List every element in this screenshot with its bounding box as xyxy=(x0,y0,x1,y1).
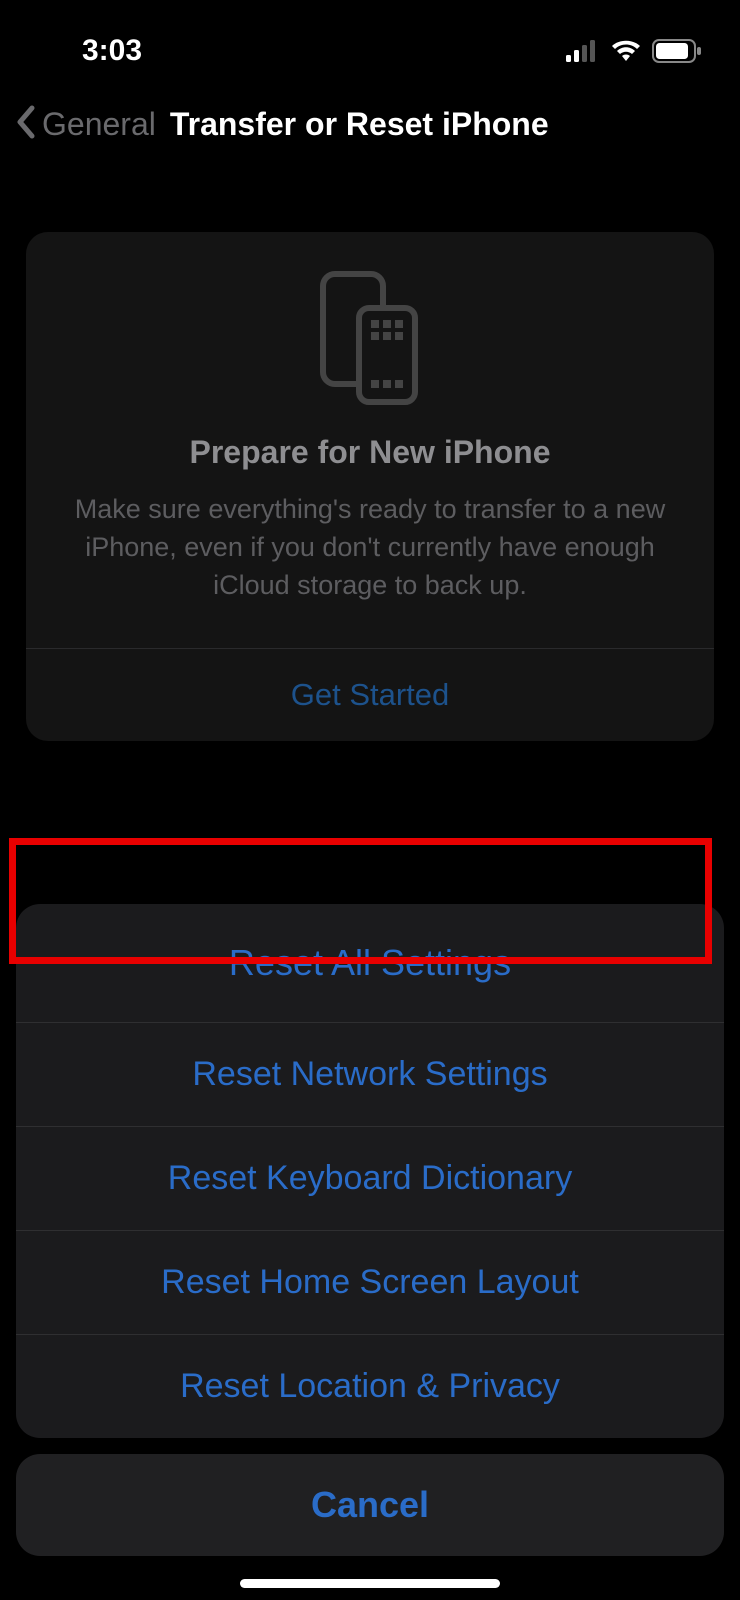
prepare-card: Prepare for New iPhone Make sure everyth… xyxy=(26,232,714,741)
back-chevron-icon[interactable] xyxy=(14,104,36,145)
page-title: Transfer or Reset iPhone xyxy=(170,106,549,143)
navigation-bar: General Transfer or Reset iPhone xyxy=(0,88,740,160)
action-sheet: Reset All Settings Reset Network Setting… xyxy=(16,904,724,1556)
status-indicators xyxy=(566,39,702,63)
content-area: Prepare for New iPhone Make sure everyth… xyxy=(0,160,740,741)
reset-location-privacy-button[interactable]: Reset Location & Privacy xyxy=(16,1335,724,1438)
reset-keyboard-dictionary-button[interactable]: Reset Keyboard Dictionary xyxy=(16,1127,724,1230)
cancel-button[interactable]: Cancel xyxy=(16,1454,724,1556)
action-sheet-options: Reset All Settings Reset Network Setting… xyxy=(16,904,724,1438)
reset-network-settings-button[interactable]: Reset Network Settings xyxy=(16,1023,724,1126)
home-indicator[interactable] xyxy=(240,1579,500,1588)
reset-home-screen-layout-button[interactable]: Reset Home Screen Layout xyxy=(16,1231,724,1334)
status-bar: 3:03 xyxy=(0,0,740,88)
cellular-signal-icon xyxy=(566,40,600,62)
card-title: Prepare for New iPhone xyxy=(56,434,684,471)
card-description: Make sure everything's ready to transfer… xyxy=(56,491,684,648)
status-time: 3:03 xyxy=(38,34,142,68)
wifi-icon xyxy=(610,39,642,63)
battery-icon xyxy=(652,39,702,63)
back-button-label[interactable]: General xyxy=(42,106,156,143)
reset-all-settings-button[interactable]: Reset All Settings xyxy=(16,904,724,1022)
get-started-button[interactable]: Get Started xyxy=(56,649,684,741)
phone-transfer-icon xyxy=(56,268,684,434)
